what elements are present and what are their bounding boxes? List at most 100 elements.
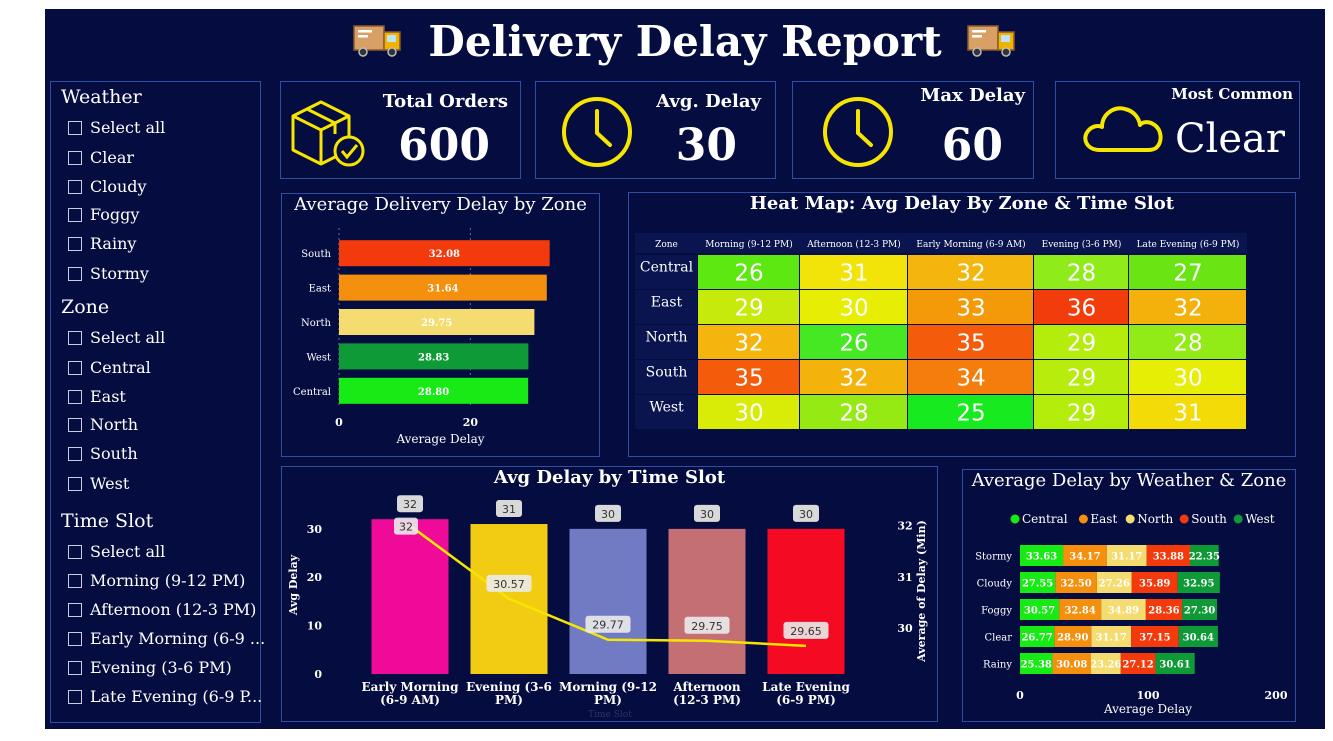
legend-marker bbox=[1125, 514, 1135, 524]
data-label: 37.15 bbox=[1139, 633, 1170, 644]
heatmap-row-label: East bbox=[651, 295, 683, 311]
y-tick-label: 30 bbox=[307, 523, 323, 536]
line-data-label: 30.57 bbox=[493, 578, 525, 591]
legend-label: East bbox=[1090, 512, 1117, 526]
category-label: West bbox=[306, 352, 331, 363]
heatmap-value: 30 bbox=[734, 401, 763, 427]
x-axis-label: Time Slot bbox=[588, 710, 632, 720]
x-tick-label: Late Evening bbox=[762, 680, 850, 694]
checkbox[interactable] bbox=[68, 236, 82, 251]
time-slot-option[interactable]: Afternoon (12-3 PM) bbox=[68, 600, 256, 619]
checkbox[interactable] bbox=[68, 266, 82, 281]
checkbox[interactable] bbox=[68, 689, 82, 704]
weather-option[interactable]: Select all bbox=[68, 118, 165, 137]
weather-option[interactable]: Foggy bbox=[68, 205, 139, 224]
heatmap-column-label: Afternoon (12-3 PM) bbox=[806, 239, 901, 250]
x-axis-label: Average Delay bbox=[395, 432, 484, 446]
checkbox[interactable] bbox=[68, 360, 82, 375]
zone-option[interactable]: East bbox=[68, 387, 126, 406]
heatmap-value: 33 bbox=[956, 296, 985, 322]
zone-option[interactable]: West bbox=[68, 474, 129, 493]
time-slot-option[interactable]: Morning (9-12 PM) bbox=[68, 571, 245, 590]
weather-slicer-title: Weather bbox=[61, 86, 142, 108]
data-label: 33.88 bbox=[1153, 552, 1184, 563]
x-tick-label: (12-3 PM) bbox=[673, 693, 741, 707]
legend-label: Central bbox=[1022, 512, 1068, 526]
checkbox[interactable] bbox=[68, 476, 82, 491]
checkbox[interactable] bbox=[68, 330, 82, 345]
legend-label: South bbox=[1191, 512, 1227, 526]
data-label: 27.55 bbox=[1022, 579, 1053, 590]
checkbox[interactable] bbox=[68, 660, 82, 675]
data-label: 35.89 bbox=[1139, 579, 1170, 590]
checkbox[interactable] bbox=[68, 573, 82, 588]
weather-option[interactable]: Rainy bbox=[68, 234, 136, 253]
zone-delay-chart: South 32.08 East 31.64 North 29.75 West 28.83 Ce… bbox=[293, 228, 550, 446]
time-slot-bar bbox=[668, 528, 746, 674]
checkbox[interactable] bbox=[68, 207, 82, 222]
heatmap-value: 34 bbox=[956, 366, 985, 392]
heatmap-column-label: Early Morning (6-9 AM) bbox=[916, 239, 1025, 250]
category-label: Clear bbox=[984, 633, 1012, 644]
heatmap-column-label: Late Evening (6-9 PM) bbox=[1137, 239, 1240, 250]
zone-option[interactable]: Central bbox=[68, 358, 151, 377]
zone-option[interactable]: Select all bbox=[68, 328, 165, 347]
legend-marker bbox=[1179, 514, 1189, 524]
data-label: 28.90 bbox=[1057, 633, 1088, 644]
weather-option[interactable]: Stormy bbox=[68, 264, 149, 283]
legend-marker bbox=[1233, 514, 1243, 524]
time-slot-bar bbox=[569, 528, 647, 674]
time-slot-option[interactable]: Early Morning (6-9 ... bbox=[68, 629, 265, 648]
x-tick-label: Early Morning bbox=[362, 680, 460, 694]
x-axis-label: Average Delay bbox=[1103, 702, 1192, 716]
data-label: 31.17 bbox=[1096, 633, 1127, 644]
checkbox[interactable] bbox=[68, 446, 82, 461]
checkbox[interactable] bbox=[68, 150, 82, 165]
checkbox[interactable] bbox=[68, 179, 82, 194]
heatmap-value: 32 bbox=[1173, 296, 1202, 322]
x-tick-label: 20 bbox=[463, 416, 479, 429]
y-tick-label: 20 bbox=[307, 571, 323, 584]
heatmap-row-label: West bbox=[649, 400, 684, 416]
category-label: South bbox=[301, 249, 331, 260]
y-tick-label: 0 bbox=[314, 668, 322, 681]
heatmap-value: 32 bbox=[839, 366, 868, 392]
heatmap-corner-label: Zone bbox=[655, 240, 678, 250]
weather-option[interactable]: Clear bbox=[68, 148, 134, 167]
data-label: 30.64 bbox=[1183, 633, 1214, 644]
legend-marker bbox=[1010, 514, 1020, 524]
time-slot-option[interactable]: Select all bbox=[68, 542, 165, 561]
weather-zone-chart-panel: Average Delay by Weather & Zone Central E… bbox=[962, 469, 1296, 722]
bar-data-label: 30 bbox=[700, 508, 714, 521]
zone-slicer-title: Zone bbox=[61, 296, 110, 318]
zone-option[interactable]: North bbox=[68, 415, 138, 434]
heatmap-value: 29 bbox=[734, 296, 763, 322]
y2-tick-label: 31 bbox=[897, 571, 912, 584]
weather-option[interactable]: Cloudy bbox=[68, 177, 147, 196]
zone-chart-panel: Average Delivery Delay by Zone South 32.0… bbox=[281, 193, 600, 457]
time-slot-chart-panel: Avg Delay by Time Slot 0 10 20 30 30 31 32 Avg … bbox=[281, 466, 938, 722]
data-label: 34.17 bbox=[1069, 552, 1100, 563]
time-slot-option[interactable]: Late Evening (6-9 P... bbox=[68, 687, 262, 706]
data-label: 31.17 bbox=[1111, 552, 1142, 563]
x-tick-label: PM) bbox=[594, 693, 622, 707]
category-label: Rainy bbox=[983, 660, 1012, 671]
checkbox[interactable] bbox=[68, 417, 82, 432]
kpi-label: Most Common bbox=[1171, 85, 1293, 103]
checkbox[interactable] bbox=[68, 544, 82, 559]
checkbox[interactable] bbox=[68, 602, 82, 617]
y-axis-label: Avg Delay bbox=[287, 554, 300, 616]
zone-option[interactable]: South bbox=[68, 444, 138, 463]
y2-axis-label: Average of Delay (Min) bbox=[915, 520, 928, 663]
time-slot-option[interactable]: Evening (3-6 PM) bbox=[68, 658, 232, 677]
checkbox[interactable] bbox=[68, 389, 82, 404]
y2-tick-label: 30 bbox=[897, 622, 913, 635]
heatmap-value: 30 bbox=[839, 296, 868, 322]
heatmap-panel: Heat Map: Avg Delay By Zone & Time Slot … bbox=[628, 192, 1296, 457]
checkbox[interactable] bbox=[68, 631, 82, 646]
heatmap-value: 36 bbox=[1067, 296, 1096, 322]
x-tick-label: Afternoon bbox=[672, 680, 740, 694]
checkbox[interactable] bbox=[68, 120, 82, 135]
heatmap-value: 35 bbox=[734, 366, 763, 392]
heatmap-value: 29 bbox=[1067, 331, 1096, 357]
